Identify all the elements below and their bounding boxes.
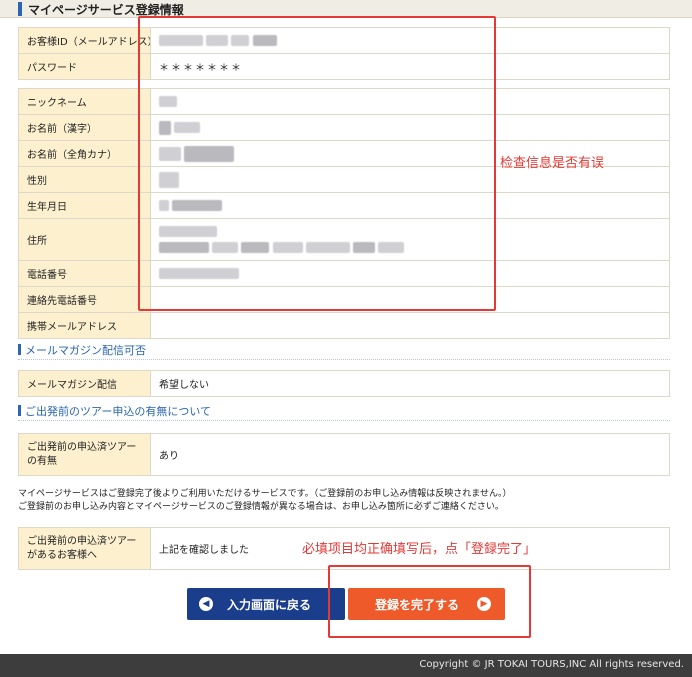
row-label-name-kanji: お名前（漢字） bbox=[18, 114, 151, 141]
copyright-text: Copyright © JR TOKAI TOURS,INC All right… bbox=[419, 659, 684, 670]
row-label-mobile-email: 携帯メールアドレス bbox=[18, 312, 151, 339]
table-row: ご出発前の申込済ツアーの有無 あり bbox=[18, 433, 670, 476]
chevron-left-icon: ◀ bbox=[199, 597, 213, 611]
table-row: 携帯メールアドレス bbox=[18, 312, 670, 339]
row-label-contact-phone: 連絡先電話番号 bbox=[18, 286, 151, 313]
annotation-check-info: 检查信息是否有误 bbox=[500, 156, 605, 171]
notice-line: ご登録前のお申し込み内容とマイページサービスのご登録情報が異なる場合は、お申し込… bbox=[18, 502, 504, 512]
section-marker bbox=[18, 405, 21, 416]
row-label-confirm: ご出発前の申込済ツアーがあるお客様へ bbox=[18, 527, 151, 570]
notice-line: マイページサービスはご登録完了後よりご利用いただけるサービスです。（ご登録前のお… bbox=[18, 489, 512, 499]
row-label-address: 住所 bbox=[18, 218, 151, 261]
table-row: メールマガジン配信 希望しない bbox=[18, 370, 670, 397]
magazine-table: メールマガジン配信 希望しない bbox=[18, 370, 670, 397]
magazine-value: 希望しない bbox=[150, 370, 670, 397]
back-button-label: 入力画面に戻る bbox=[227, 597, 312, 612]
magazine-section-title: メールマガジン配信可否 bbox=[18, 342, 670, 360]
notice-text: マイページサービスはご登録完了後よりご利用いただけるサービスです。（ご登録前のお… bbox=[18, 488, 678, 514]
row-label-name-kana: お名前（全角カナ） bbox=[18, 140, 151, 167]
mobile-email-value bbox=[150, 312, 670, 339]
row-label-password: パスワード bbox=[18, 53, 151, 80]
row-label-phone: 電話番号 bbox=[18, 260, 151, 287]
pretour-section-title: ご出発前のツアー申込の有無について bbox=[18, 403, 670, 421]
pretour-section-title-text: ご出発前のツアー申込の有無について bbox=[25, 405, 212, 418]
row-label-gender: 性別 bbox=[18, 166, 151, 193]
row-label-nickname: ニックネーム bbox=[18, 88, 151, 115]
row-label-birthdate: 生年月日 bbox=[18, 192, 151, 219]
pretour-table: ご出発前の申込済ツアーの有無 あり bbox=[18, 433, 670, 476]
footer: Copyright © JR TOKAI TOURS,INC All right… bbox=[0, 654, 692, 677]
annotation-complete-instruction: 必填项目均正确填写后，点「登録完了」 bbox=[302, 542, 537, 557]
pretour-value: あり bbox=[150, 433, 670, 476]
annotation-button-box bbox=[328, 565, 531, 638]
back-to-input-button[interactable]: ◀ 入力画面に戻る bbox=[187, 588, 345, 620]
section-header-marker bbox=[18, 2, 22, 16]
row-label-pretour: ご出発前の申込済ツアーの有無 bbox=[18, 433, 151, 476]
magazine-section-title-text: メールマガジン配信可否 bbox=[25, 344, 146, 357]
annotation-info-box bbox=[138, 16, 496, 311]
row-label-magazine: メールマガジン配信 bbox=[18, 370, 151, 397]
row-label-customer-id: お客様ID（メールアドレス） bbox=[18, 27, 151, 54]
section-marker bbox=[18, 344, 21, 355]
